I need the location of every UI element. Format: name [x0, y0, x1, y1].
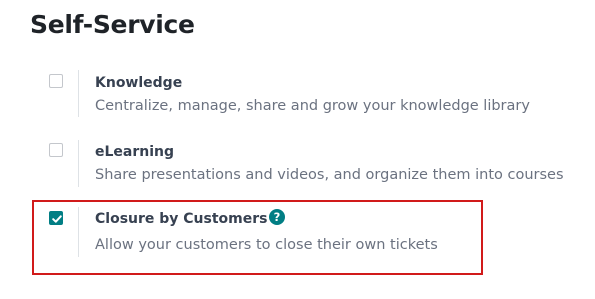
knowledge-label: Knowledge	[95, 75, 183, 91]
setting-knowledge: Knowledge Centralize, manage, share and …	[0, 70, 595, 140]
knowledge-description: Centralize, manage, share and grow your …	[95, 98, 530, 114]
setting-divider	[78, 70, 79, 117]
knowledge-checkbox[interactable]	[49, 74, 63, 88]
elearning-label: eLearning	[95, 144, 175, 160]
elearning-description: Share presentations and videos, and orga…	[95, 167, 564, 183]
section-title: Self-Service	[30, 10, 195, 39]
elearning-checkbox[interactable]	[49, 143, 63, 157]
setting-divider	[78, 140, 79, 187]
highlight-box	[32, 200, 483, 275]
